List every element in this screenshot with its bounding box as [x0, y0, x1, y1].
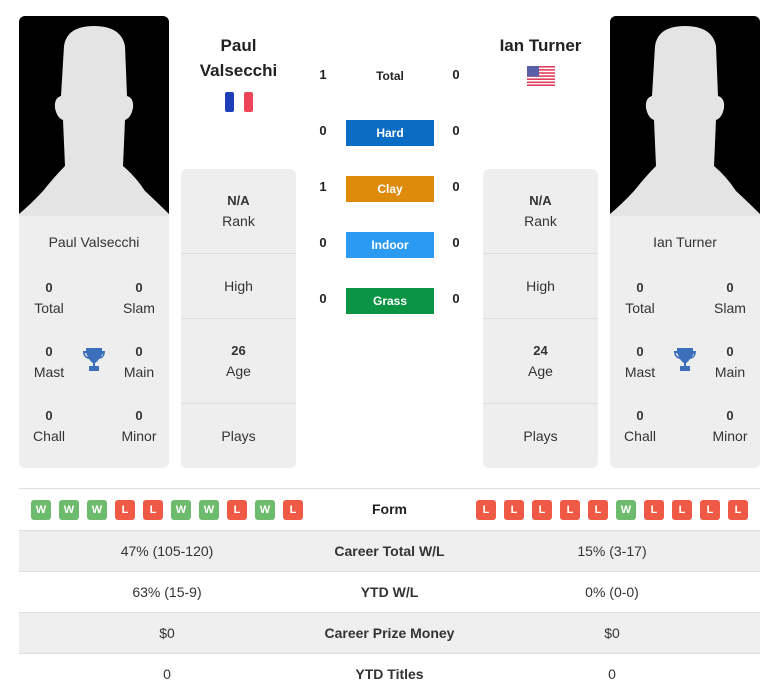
player1-photo[interactable]	[19, 16, 169, 216]
ytd-titles-label: YTD Titles	[355, 666, 424, 682]
divider	[483, 253, 598, 254]
h2h-indoor-p1: 0	[319, 235, 327, 250]
player2-form-badge-loss[interactable]: L	[560, 500, 580, 520]
h2h-grass-p2: 0	[452, 291, 460, 306]
p2-ytd-wl: 0% (0-0)	[585, 584, 639, 600]
player2-titles-total: 0 Total	[625, 280, 655, 316]
divider	[181, 253, 296, 254]
table-row-ytd-wl: 63% (15-9) YTD W/L 0% (0-0)	[19, 572, 760, 613]
player1-titles-main: 0 Main	[123, 344, 155, 380]
player2-age: 24 Age	[528, 343, 553, 379]
player1-form-badge-loss[interactable]: L	[143, 500, 163, 520]
table-row-prize-money: $0 Career Prize Money $0	[19, 613, 760, 654]
player2-form-badge-loss[interactable]: L	[476, 500, 496, 520]
player1-plays: Plays	[221, 428, 256, 444]
player1-form-badge-win[interactable]: W	[171, 500, 191, 520]
player1-high: High	[224, 278, 253, 294]
player1-form-badge-win[interactable]: W	[31, 500, 51, 520]
p2-prize-money: $0	[604, 625, 620, 641]
divider	[483, 318, 598, 319]
ytd-wl-label: YTD W/L	[360, 584, 419, 600]
player2-rank: N/A Rank	[524, 193, 557, 229]
player1-name[interactable]: Paul Valsecchi	[181, 33, 296, 83]
divider	[181, 318, 296, 319]
player2-titles-main: 0 Main	[714, 344, 746, 380]
player2-titles-mast: 0 Mast	[624, 344, 656, 380]
player2-titles-slam: 0 Slam	[714, 280, 746, 316]
player1-form-badge-loss[interactable]: L	[115, 500, 135, 520]
h2h-clay-p1: 1	[319, 179, 327, 194]
h2h-total-p1: 1	[319, 67, 327, 82]
player2-form-badge-loss[interactable]: L	[532, 500, 552, 520]
player2-photo[interactable]	[610, 16, 760, 216]
player2-form-badge-loss[interactable]: L	[700, 500, 720, 520]
player2-name[interactable]: Ian Turner	[483, 33, 598, 58]
player1-titles-chall: 0 Chall	[33, 408, 65, 444]
player1-form-badge-win[interactable]: W	[255, 500, 275, 520]
trophy-icon	[83, 348, 105, 371]
player2-form-badge-loss[interactable]: L	[672, 500, 692, 520]
h2h-indoor-p2: 0	[452, 235, 460, 250]
h2h-hard-p1: 0	[319, 123, 327, 138]
surface-indoor-button[interactable]: Indoor	[346, 232, 434, 258]
player2-plays: Plays	[523, 428, 558, 444]
player1-titles-slam: 0 Slam	[123, 280, 155, 316]
france-flag-icon	[225, 92, 253, 112]
p2-career-wl: 15% (3-17)	[577, 543, 647, 559]
p2-ytd-titles: 0	[608, 666, 616, 682]
form-label: Form	[372, 501, 407, 517]
player2-form-badge-loss[interactable]: L	[644, 500, 664, 520]
player1-card-name: Paul Valsecchi	[48, 234, 140, 250]
player1-titles-mast: 0 Mast	[33, 344, 65, 380]
surface-grass-button[interactable]: Grass	[346, 288, 434, 314]
p1-prize-money: $0	[159, 625, 175, 641]
player1-rank: N/A Rank	[222, 193, 255, 229]
prize-money-label: Career Prize Money	[324, 625, 455, 641]
silhouette-icon	[610, 16, 760, 216]
player1-form-badge-win[interactable]: W	[59, 500, 79, 520]
h2h-total-p2: 0	[452, 67, 460, 82]
player1-form-badge-win[interactable]: W	[87, 500, 107, 520]
p1-career-wl: 47% (105-120)	[120, 543, 214, 559]
divider	[181, 403, 296, 404]
surface-hard-button[interactable]: Hard	[346, 120, 434, 146]
player1-form-badge-loss[interactable]: L	[227, 500, 247, 520]
player1-age: 26 Age	[226, 343, 251, 379]
table-row-ytd-titles: 0 YTD Titles 0	[19, 654, 760, 695]
player1-form-badge-win[interactable]: W	[199, 500, 219, 520]
table-row-career-wl: 47% (105-120) Career Total W/L 15% (3-17…	[19, 531, 760, 572]
surface-clay-button[interactable]: Clay	[346, 176, 434, 202]
player2-info-panel: N/A Rank High 24 Age Plays	[483, 169, 598, 468]
player2-form-badge-win[interactable]: W	[616, 500, 636, 520]
h2h-grass-p1: 0	[319, 291, 327, 306]
usa-flag-icon	[527, 66, 555, 86]
player1-card: Paul Valsecchi 0 Total 0 Slam 0 Mast 0 M…	[19, 16, 169, 468]
player1-form-badge-loss[interactable]: L	[283, 500, 303, 520]
divider	[483, 403, 598, 404]
player2-card: Ian Turner 0 Total 0 Slam 0 Mast 0 Main …	[610, 16, 760, 468]
trophy-icon	[674, 348, 696, 371]
player2-form-badge-loss[interactable]: L	[504, 500, 524, 520]
player2-high: High	[526, 278, 555, 294]
player2-titles-minor: 0 Minor	[712, 408, 748, 444]
player2-card-name: Ian Turner	[653, 234, 717, 250]
player1-titles-minor: 0 Minor	[121, 408, 157, 444]
h2h-hard-p2: 0	[452, 123, 460, 138]
player2-form-badge-loss[interactable]: L	[728, 500, 748, 520]
silhouette-icon	[19, 16, 169, 216]
h2h-total-label: Total	[376, 69, 404, 83]
p1-ytd-wl: 63% (15-9)	[132, 584, 202, 600]
player1-titles-total: 0 Total	[34, 280, 64, 316]
player2-titles-chall: 0 Chall	[624, 408, 656, 444]
p1-ytd-titles: 0	[163, 666, 171, 682]
h2h-clay-p2: 0	[452, 179, 460, 194]
player2-form-badge-loss[interactable]: L	[588, 500, 608, 520]
player1-info-panel: N/A Rank High 26 Age Plays	[181, 169, 296, 468]
career-wl-label: Career Total W/L	[334, 543, 445, 559]
